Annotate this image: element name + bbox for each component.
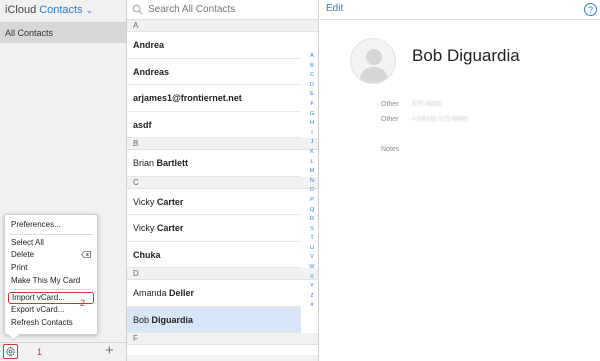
app-header[interactable]: iCloud Contacts ⌄ (0, 0, 126, 20)
index-letter[interactable]: O (307, 186, 317, 196)
contact-row[interactable]: Amanda Deller (127, 280, 301, 307)
contact-last-name: Diguardia (151, 314, 194, 325)
menu-divider (9, 233, 93, 235)
contact-row[interactable]: Bob Diguardia (127, 306, 301, 333)
field-label-other: Other (381, 101, 399, 108)
index-letter[interactable]: Z (307, 292, 317, 302)
index-letter[interactable]: F (307, 100, 317, 110)
contact-first-name: Vicky (133, 196, 155, 207)
contact-last-name: Carter (156, 196, 184, 207)
index-letter[interactable]: K (307, 148, 317, 158)
menu-item-preferences[interactable]: Preferences... (5, 219, 97, 232)
contact-row[interactable]: Andreas (127, 59, 301, 85)
annotation-step-1: 1 (37, 347, 43, 357)
contact-row[interactable]: Vicky Carter (127, 215, 301, 242)
add-contact-button[interactable]: + (105, 342, 114, 359)
menu-item-delete[interactable]: Delete (5, 249, 97, 262)
contact-list: A Andrea Andreas arjames1@frontiernet.net as… (127, 20, 318, 345)
delete-key-icon (81, 251, 91, 259)
menu-divider (9, 289, 93, 291)
help-button[interactable]: ? (584, 3, 597, 16)
sidebar: iCloud Contacts ⌄ All Contacts Preferenc… (0, 0, 127, 361)
avatar (350, 38, 396, 84)
gear-icon (5, 346, 16, 357)
contact-name: Bob Diguardia (412, 46, 520, 65)
search-icon (132, 4, 143, 15)
index-letter[interactable]: T (307, 234, 317, 244)
index-letter[interactable]: W (307, 263, 317, 273)
field-label-notes: Notes (381, 146, 400, 153)
menu-item-print[interactable]: Print (5, 262, 97, 275)
index-letter[interactable]: C (307, 71, 317, 81)
index-letter[interactable]: R (307, 215, 317, 225)
index-letter[interactable]: H (307, 119, 317, 129)
contact-first-name: Vicky (133, 223, 155, 233)
index-letter[interactable]: I (307, 129, 317, 139)
menu-item-select-all[interactable]: Select All (5, 237, 97, 250)
contact-first-name: Amanda (133, 288, 167, 298)
contact-row[interactable]: Brian Bartlett (127, 150, 301, 177)
index-letter[interactable]: J (307, 138, 317, 148)
annotation-step-2: 2 (80, 298, 86, 308)
contact-last-name: Bartlett (156, 158, 189, 168)
contact-last-name: asdf (133, 119, 152, 130)
contact-last-name: Andreas (133, 66, 170, 77)
app-name-label[interactable]: Contacts (39, 4, 82, 16)
menu-item-refresh-contacts[interactable]: Refresh Contacts (5, 317, 97, 330)
alphabet-index[interactable]: A B C D E F G H I J K L M N O P Q R S T U V W X Y Z # (307, 52, 317, 311)
section-header: B (127, 138, 318, 150)
index-letter[interactable]: Y (307, 282, 317, 292)
index-letter[interactable]: U (307, 244, 317, 254)
section-header: C (127, 176, 318, 189)
index-letter[interactable]: A (307, 52, 317, 62)
contact-last-name: Carter (156, 223, 184, 233)
person-silhouette-icon (359, 49, 389, 83)
index-letter[interactable]: B (307, 62, 317, 72)
brand-label: iCloud (5, 4, 37, 16)
contact-row[interactable]: Andrea (127, 32, 301, 59)
contact-last-name: arjames1@frontiernet.net (133, 93, 242, 103)
index-letter[interactable]: S (307, 225, 317, 235)
index-letter[interactable]: V (307, 253, 317, 263)
chevron-down-icon[interactable]: ⌄ (86, 5, 94, 16)
section-header: A (127, 20, 318, 32)
index-letter[interactable]: X (307, 273, 317, 283)
index-letter[interactable]: Q (307, 206, 317, 216)
contact-last-name: Chuka (133, 249, 161, 260)
settings-popup-menu: Preferences... Select All Delete Print M… (4, 214, 98, 335)
section-header: D (127, 268, 318, 280)
index-letter[interactable]: M (307, 167, 317, 177)
index-letter[interactable]: P (307, 196, 317, 206)
list-bottom-bar (127, 355, 318, 361)
field-value-phone[interactable]: 575-6605 (412, 101, 442, 108)
menu-item-make-my-card[interactable]: Make This My Card (5, 275, 97, 288)
contact-last-name: Andrea (133, 40, 165, 50)
contact-first-name: Brian (133, 158, 155, 168)
field-value-phone[interactable]: +1(615) 575-6605 (412, 116, 468, 123)
edit-button[interactable]: Edit (326, 3, 343, 14)
index-letter[interactable]: G (307, 110, 317, 120)
contact-row[interactable]: asdf (127, 112, 301, 138)
index-letter[interactable]: L (307, 158, 317, 168)
search-input[interactable] (148, 4, 298, 15)
contact-list-panel: A Andrea Andreas arjames1@frontiernet.net as… (127, 0, 319, 361)
section-header: F (127, 333, 318, 345)
settings-button[interactable] (3, 344, 18, 359)
index-letter[interactable]: D (307, 81, 317, 91)
menu-item-delete-label: Delete (11, 250, 35, 260)
contact-row[interactable]: Vicky Carter (127, 189, 301, 215)
contact-last-name: Deller (169, 288, 195, 298)
contact-detail-pane: Edit ? Bob Diguardia Other 575-6605 Othe… (320, 0, 600, 361)
contact-row[interactable]: arjames1@frontiernet.net (127, 85, 301, 112)
contact-row[interactable]: Chuka (127, 242, 301, 268)
search-bar (127, 0, 318, 20)
sidebar-footer: 1 + (0, 342, 126, 361)
field-label-other: Other (381, 116, 399, 123)
detail-toolbar: Edit ? (320, 0, 600, 20)
contact-first-name: Bob (133, 314, 150, 325)
index-letter[interactable]: # (307, 301, 317, 311)
group-all-contacts[interactable]: All Contacts (0, 22, 126, 43)
index-letter[interactable]: E (307, 90, 317, 100)
index-letter[interactable]: N (307, 177, 317, 187)
